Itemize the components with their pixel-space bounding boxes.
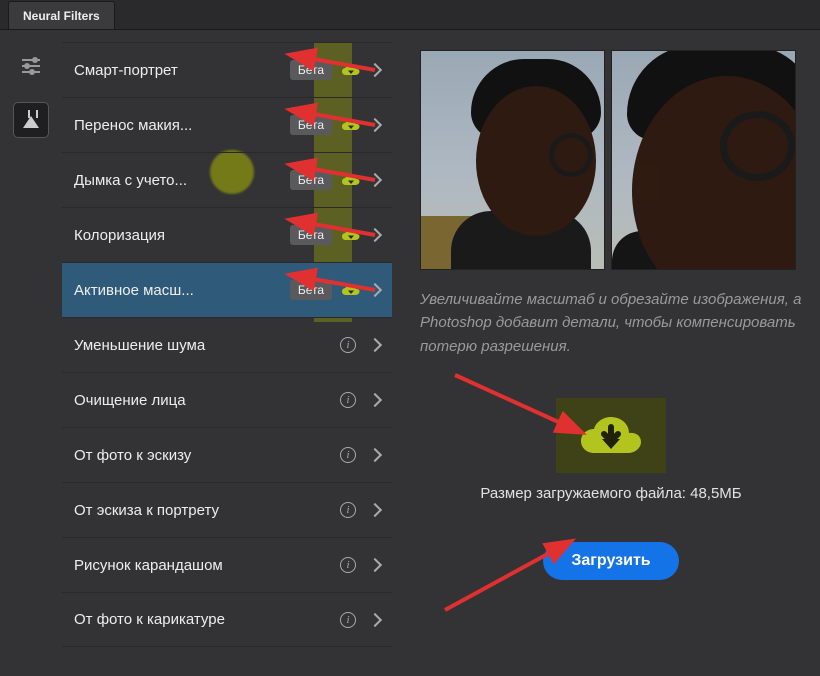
filter-label: Уменьшение шума	[74, 337, 340, 354]
preview-before	[420, 50, 605, 270]
chevron-right-icon	[368, 173, 382, 187]
info-icon[interactable]: i	[340, 612, 356, 628]
filter-row[interactable]: Смарт-портретБета	[62, 42, 392, 97]
info-icon[interactable]: i	[340, 337, 356, 353]
filter-row[interactable]: От фото к эскизуi	[62, 427, 392, 482]
cloud-download-icon[interactable]	[342, 63, 360, 77]
info-icon[interactable]: i	[340, 502, 356, 518]
filter-row[interactable]: Активное масш...Бета	[62, 262, 392, 317]
download-button[interactable]: Загрузить	[543, 542, 678, 580]
filter-row[interactable]: От эскиза к портретуi	[62, 482, 392, 537]
cloud-download-icon[interactable]	[342, 228, 360, 242]
chevron-right-icon	[368, 338, 382, 352]
filter-label: Перенос макия...	[74, 117, 290, 134]
info-icon[interactable]: i	[340, 557, 356, 573]
cloud-download-icon	[581, 413, 641, 458]
chevron-right-icon	[368, 448, 382, 462]
all-filters-tab[interactable]	[13, 48, 49, 84]
filter-label: Очищение лица	[74, 392, 340, 409]
filter-description: Увеличивайте масштаб и обрезайте изображ…	[420, 288, 802, 358]
filter-list: Смарт-портретБетаПеренос макия...БетаДым…	[62, 30, 392, 676]
filter-label: От фото к эскизу	[74, 447, 340, 464]
filter-label: От фото к карикатуре	[74, 611, 340, 628]
filter-label: От эскиза к портрету	[74, 502, 340, 519]
filter-label: Дымка с учето...	[74, 172, 290, 189]
tab-neural-filters[interactable]: Neural Filters	[8, 1, 115, 29]
cloud-download-icon[interactable]	[342, 283, 360, 297]
beta-badge: Бета	[290, 280, 332, 300]
detail-panel: Увеличивайте масштаб и обрезайте изображ…	[392, 30, 820, 676]
filter-row[interactable]: Перенос макия...Бета	[62, 97, 392, 152]
beta-filters-tab[interactable]	[13, 102, 49, 138]
file-size-label: Размер загружаемого файла: 48,5МБ	[420, 485, 802, 502]
chevron-right-icon	[368, 63, 382, 77]
flask-icon	[23, 110, 39, 130]
filter-row[interactable]: Дымка с учето...Бета	[62, 152, 392, 207]
chevron-right-icon	[368, 118, 382, 132]
sliders-icon	[22, 59, 40, 73]
filter-row[interactable]: Очищение лицаi	[62, 372, 392, 427]
chevron-right-icon	[368, 558, 382, 572]
beta-badge: Бета	[290, 115, 332, 135]
filter-row[interactable]: Уменьшение шумаi	[62, 317, 392, 372]
side-rail	[0, 30, 62, 676]
chevron-right-icon	[368, 612, 382, 626]
filter-row[interactable]: КолоризацияБета	[62, 207, 392, 262]
preview-after	[611, 50, 796, 270]
tab-bar: Neural Filters	[0, 0, 820, 30]
info-icon[interactable]: i	[340, 392, 356, 408]
chevron-right-icon	[368, 393, 382, 407]
beta-badge: Бета	[290, 60, 332, 80]
filter-row[interactable]: Рисунок карандашомi	[62, 537, 392, 592]
filter-row[interactable]: От фото к карикатуреi	[62, 592, 392, 647]
filter-label: Смарт-портрет	[74, 62, 290, 79]
info-icon[interactable]: i	[340, 447, 356, 463]
filter-label: Активное масш...	[74, 282, 290, 299]
filter-label: Рисунок карандашом	[74, 557, 340, 574]
cloud-download-icon[interactable]	[342, 118, 360, 132]
filter-label: Колоризация	[74, 227, 290, 244]
chevron-right-icon	[368, 283, 382, 297]
chevron-right-icon	[368, 503, 382, 517]
chevron-right-icon	[368, 228, 382, 242]
beta-badge: Бета	[290, 170, 332, 190]
cloud-download-icon[interactable]	[342, 173, 360, 187]
beta-badge: Бета	[290, 225, 332, 245]
download-box	[556, 398, 666, 473]
preview-row	[420, 50, 802, 270]
